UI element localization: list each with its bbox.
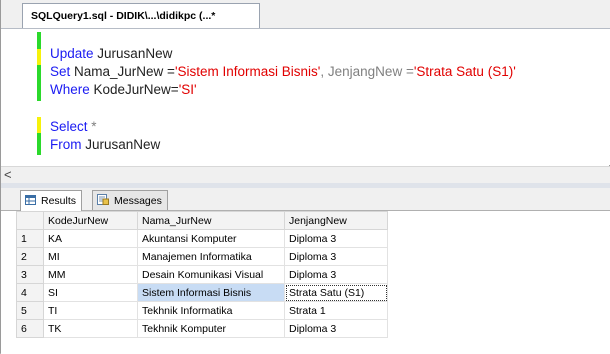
table-cell[interactable]: Akuntansi Komputer — [137, 229, 285, 248]
column-header[interactable]: KodeJurNew — [43, 211, 138, 230]
table-cell[interactable]: TK — [43, 319, 138, 338]
code-line-select: Select * — [50, 119, 97, 135]
table-cell[interactable]: Tekhnik Komputer — [137, 319, 285, 338]
document-tab-strip: SQLQuery1.sql - DIDIK\...\didikpc (...* — [1, 0, 610, 29]
change-marker-saved — [37, 133, 41, 155]
keyword-set: Set — [50, 64, 71, 79]
table-cell[interactable]: Desain Komunikasi Visual — [137, 265, 285, 284]
table-cell[interactable]: KA — [43, 229, 138, 248]
column-header[interactable]: Nama_JurNew — [137, 211, 285, 230]
results-tab-strip: Results Messages — [1, 188, 610, 211]
table-cell[interactable]: Diploma 3 — [284, 265, 388, 284]
keyword-select: Select — [50, 119, 88, 134]
change-marker-saved — [37, 32, 41, 49]
query-tab-title: SQLQuery1.sql - DIDIK\...\didikpc (...* — [31, 10, 216, 22]
results-table: KodeJurNew Nama_JurNew JenjangNew 1 KA A… — [16, 211, 388, 338]
string-literal: 'SI' — [178, 82, 197, 97]
table-cell[interactable]: Strata 1 — [284, 301, 388, 320]
table-row[interactable]: 6 TK Tekhnik Komputer Diploma 3 — [16, 319, 388, 338]
keyword-from: From — [50, 137, 82, 152]
code-line-update: Update JurusanNew — [50, 46, 172, 62]
code-text: Nama_JurNew = — [70, 64, 175, 79]
table-cell[interactable]: TI — [43, 301, 138, 320]
table-cell[interactable]: MM — [43, 265, 138, 284]
code-line-where: Where KodeJurNew='SI' — [50, 82, 197, 98]
tab-messages[interactable]: Messages — [92, 190, 168, 210]
row-number[interactable]: 2 — [16, 247, 44, 266]
table-cell[interactable]: Tekhnik Informatika — [137, 301, 285, 320]
message-icon — [97, 193, 109, 208]
keyword-update: Update — [50, 46, 94, 61]
string-literal: 'Strata Satu (S1)' — [413, 64, 516, 79]
code-line-set: Set Nama_JurNew ='Sistem Informasi Bisni… — [50, 64, 516, 80]
keyword-where: Where — [50, 82, 90, 97]
table-cell[interactable]: MI — [43, 247, 138, 266]
query-window: SQLQuery1.sql - DIDIK\...\didikpc (...* … — [0, 0, 610, 354]
table-cell[interactable]: SI — [43, 283, 138, 302]
code-line-from: From JurusanNew — [50, 137, 160, 153]
results-grid[interactable]: KodeJurNew Nama_JurNew JenjangNew 1 KA A… — [1, 211, 610, 354]
code-text: , JenjangNew = — [320, 64, 414, 79]
tab-results-label: Results — [41, 195, 77, 207]
scroll-left-icon[interactable]: < — [4, 167, 12, 183]
table-row[interactable]: 2 MI Manajemen Informatika Diploma 3 — [16, 247, 388, 266]
table-name: JurusanNew — [93, 46, 173, 61]
corner-header[interactable] — [16, 211, 44, 230]
table-cell[interactable]: Diploma 3 — [284, 247, 388, 266]
table-cell-focused[interactable]: Strata Satu (S1) — [284, 283, 388, 302]
query-document-tab[interactable]: SQLQuery1.sql - DIDIK\...\didikpc (...* — [22, 3, 260, 28]
row-number[interactable]: 4 — [16, 283, 44, 302]
code-text: * — [87, 119, 97, 134]
table-row-selected[interactable]: 4 SI Sistem Informasi Bisnis Strata Satu… — [16, 283, 388, 302]
table-name: JurusanNew — [81, 137, 161, 152]
table-cell[interactable]: Manajemen Informatika — [137, 247, 285, 266]
table-header-row: KodeJurNew Nama_JurNew JenjangNew — [16, 211, 388, 230]
grid-icon — [25, 194, 36, 208]
row-number[interactable]: 5 — [16, 301, 44, 320]
editor-horizontal-scrollbar[interactable]: < — [1, 166, 610, 184]
row-number[interactable]: 3 — [16, 265, 44, 284]
table-cell[interactable]: Diploma 3 — [284, 229, 388, 248]
tab-messages-label: Messages — [114, 194, 162, 207]
table-row[interactable]: 1 KA Akuntansi Komputer Diploma 3 — [16, 229, 388, 248]
tab-results[interactable]: Results — [20, 190, 83, 211]
row-number[interactable]: 6 — [16, 319, 44, 338]
change-marker-saved — [37, 65, 41, 101]
table-row[interactable]: 3 MM Desain Komunikasi Visual Diploma 3 — [16, 265, 388, 284]
column-header[interactable]: JenjangNew — [284, 211, 388, 230]
table-cell[interactable]: Diploma 3 — [284, 319, 388, 338]
row-number[interactable]: 1 — [16, 229, 44, 248]
change-marker-unsaved — [37, 49, 41, 65]
table-cell-selected[interactable]: Sistem Informasi Bisnis — [137, 283, 285, 302]
table-row[interactable]: 5 TI Tekhnik Informatika Strata 1 — [16, 301, 388, 320]
string-literal: 'Sistem Informasi Bisnis' — [174, 64, 321, 79]
code-text: KodeJurNew= — [89, 82, 179, 97]
sql-editor[interactable]: Update JurusanNew Set Nama_JurNew ='Sist… — [1, 29, 610, 165]
change-marker-unsaved — [37, 117, 41, 133]
